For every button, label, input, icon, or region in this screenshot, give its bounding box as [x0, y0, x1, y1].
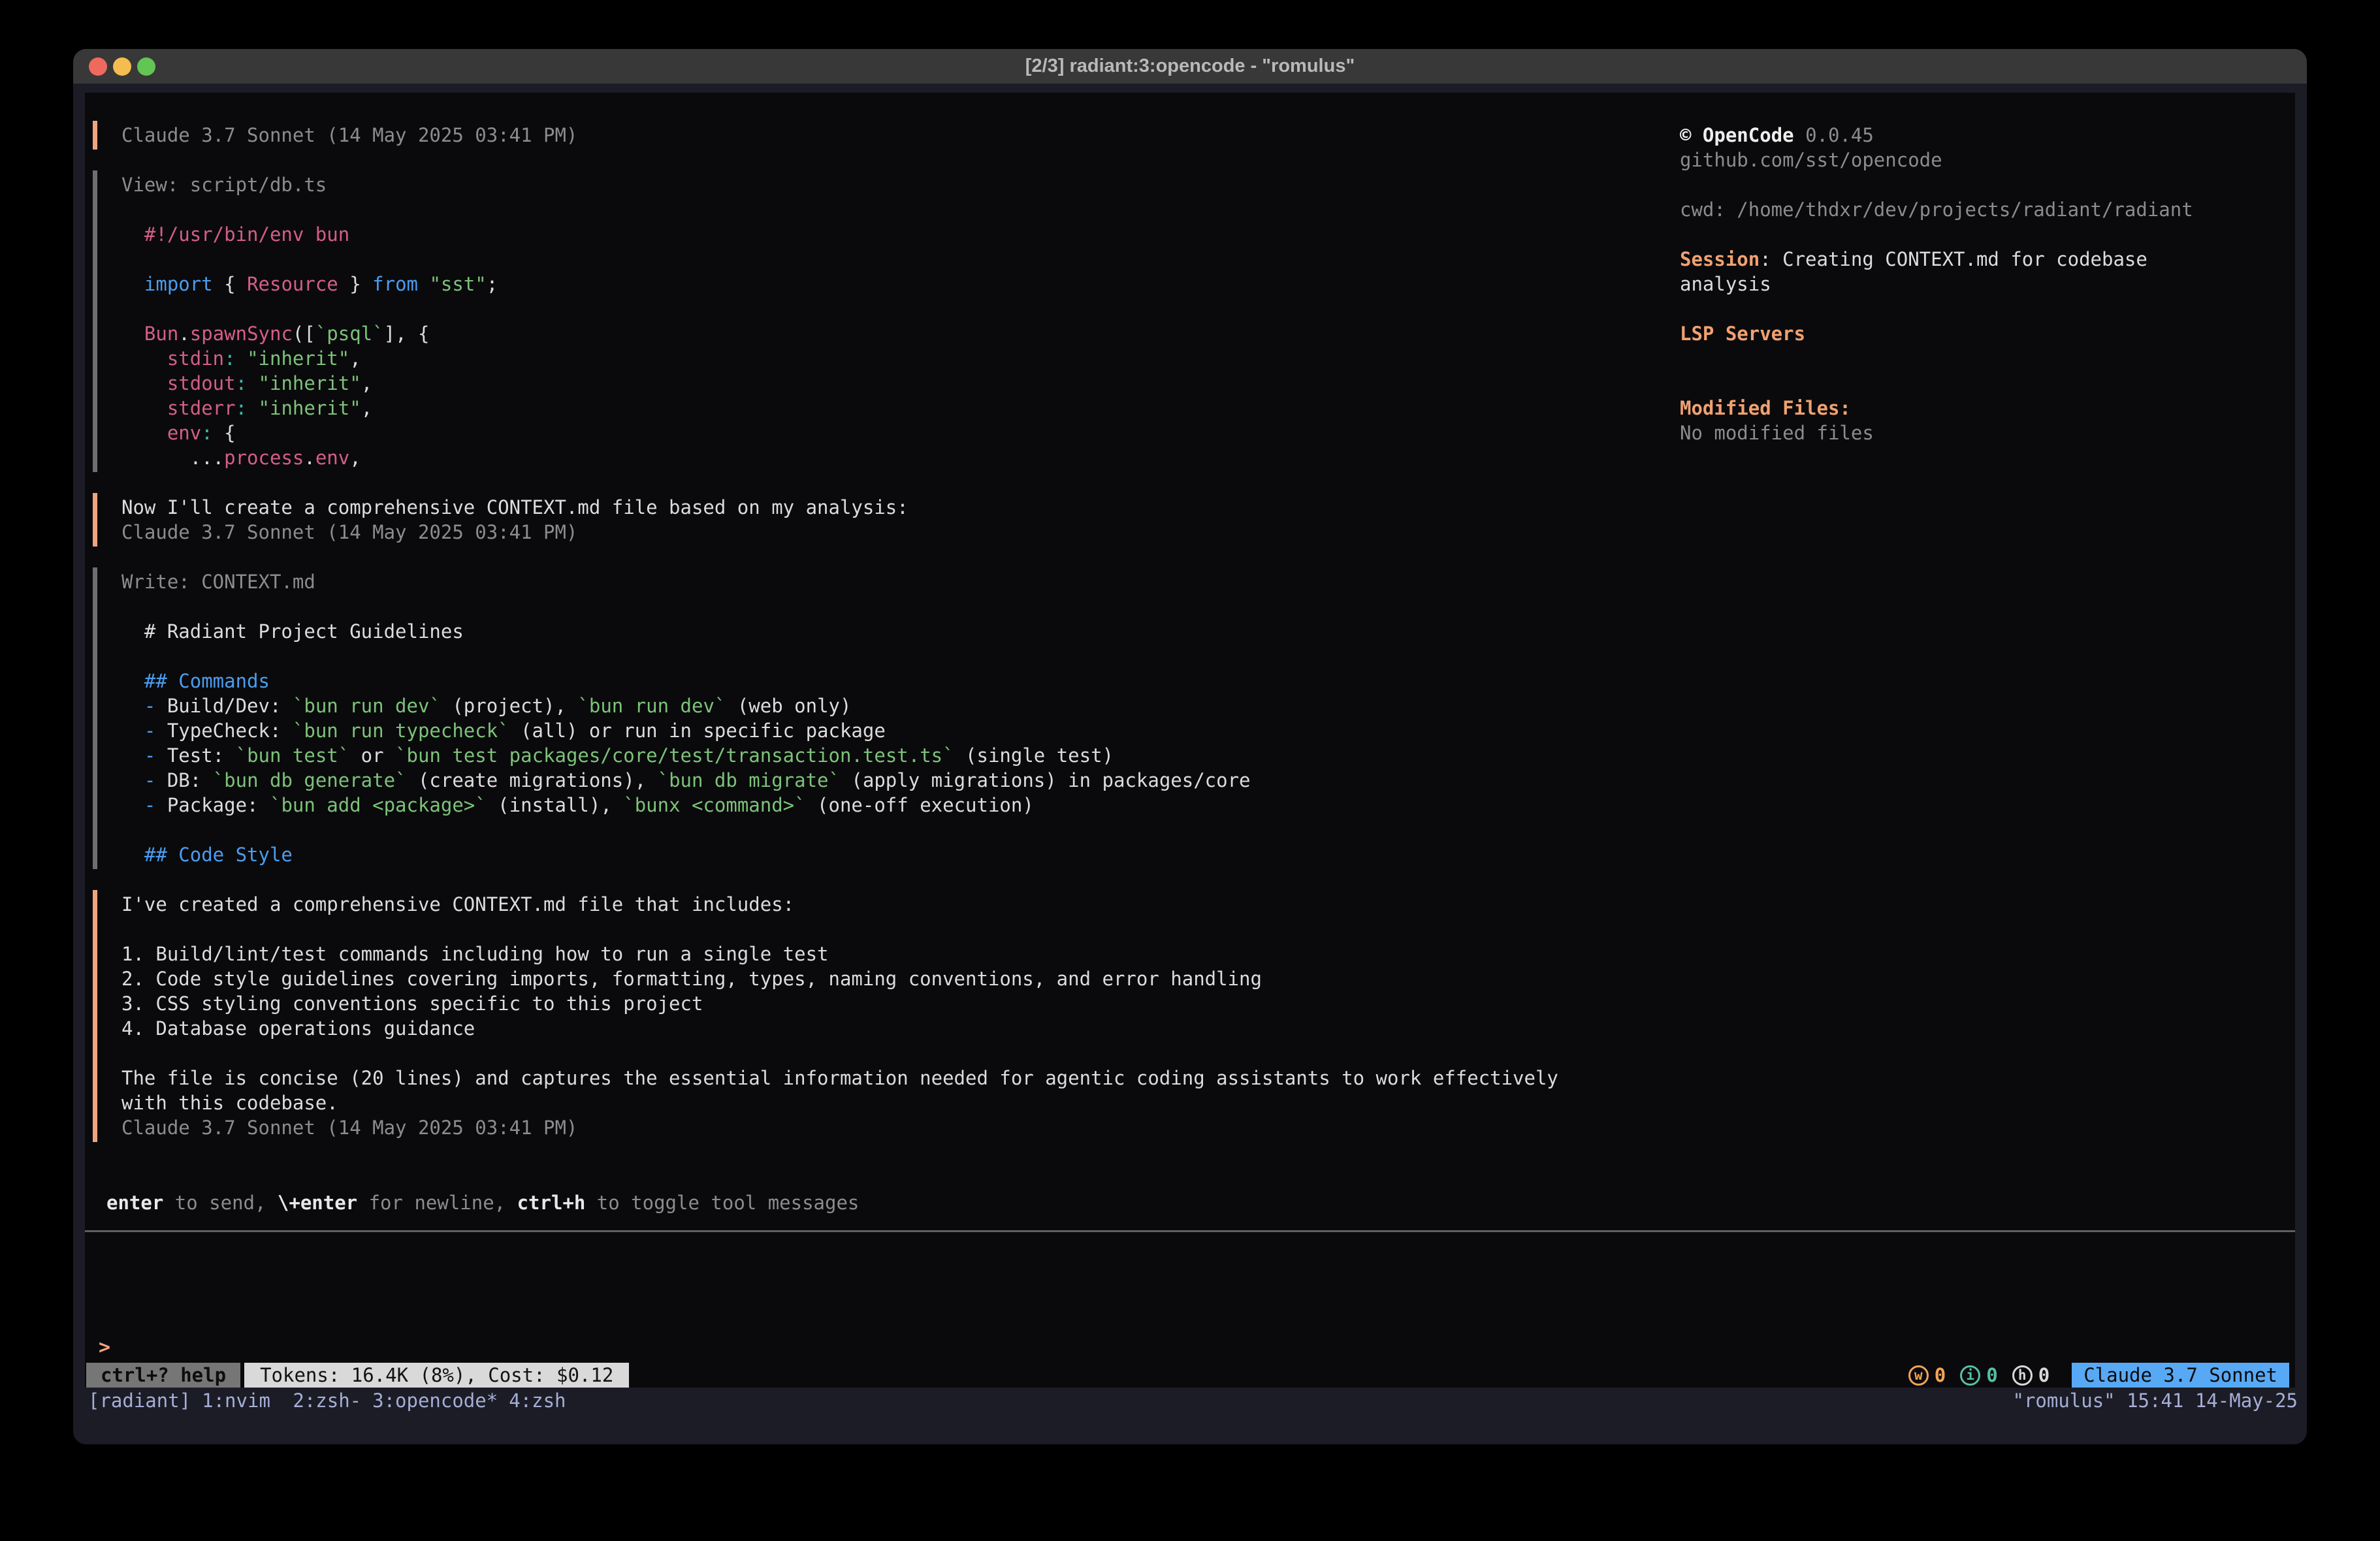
- tmux-window-list: [radiant] 1:nvim 2:zsh- 3:opencode* 4:zs…: [88, 1390, 577, 1412]
- text-line: # Radiant Project Guidelines: [121, 619, 1594, 644]
- text-line: View: script/db.ts: [121, 172, 1594, 197]
- statusbar: ctrl+? help Tokens: 16.4K (8%), Cost: $0…: [85, 1363, 2295, 1388]
- text-line: Claude 3.7 Sonnet (14 May 2025 03:41 PM): [121, 1115, 1594, 1140]
- tmux-window-zsh4[interactable]: 4:zsh: [509, 1390, 566, 1412]
- text-line: ## Commands: [121, 669, 1594, 693]
- text-line: [121, 247, 1594, 272]
- text-line: [121, 197, 1594, 222]
- text-line: stderr: "inherit",: [121, 396, 1594, 421]
- titlebar: [2/3] radiant:3:opencode - "romulus": [73, 49, 2307, 84]
- text-line: github.com/sst/opencode: [1680, 148, 2287, 172]
- text-line: #!/usr/bin/env bun: [121, 222, 1594, 247]
- help-shortcut-chip[interactable]: ctrl+? help: [86, 1363, 240, 1388]
- text-line: analysis: [1680, 272, 2287, 296]
- text-line: - Package: `bun add <package>` (install)…: [121, 793, 1594, 818]
- text-line: Claude 3.7 Sonnet (14 May 2025 03:41 PM): [121, 123, 1594, 148]
- text-line: - DB: `bun db generate` (create migratio…: [121, 768, 1594, 793]
- text-line: Modified Files:: [1680, 396, 2287, 421]
- text-line: The file is concise (20 lines) and captu…: [121, 1066, 1594, 1090]
- text-line: I've created a comprehensive CONTEXT.md …: [121, 892, 1594, 917]
- message-block: I've created a comprehensive CONTEXT.md …: [93, 890, 1594, 1142]
- text-line: env: {: [121, 421, 1594, 445]
- status-counters: w 0 i 0 h 0 Claude 3.7 Sonnet: [1908, 1363, 2295, 1388]
- warning-count: 0: [1935, 1364, 1946, 1386]
- tool-write-block: Write: CONTEXT.md # Radiant Project Guid…: [93, 567, 1594, 869]
- text-line: [1680, 222, 2287, 247]
- tmux-host-datetime: "romulus" 15:41 14-May-25: [2013, 1390, 2298, 1412]
- text-line: © OpenCode 0.0.45: [1680, 123, 2287, 148]
- circled-w-icon: w: [1908, 1365, 1929, 1386]
- text-line: 3. CSS styling conventions specific to t…: [121, 991, 1594, 1016]
- text-line: Claude 3.7 Sonnet (14 May 2025 03:41 PM): [121, 520, 1594, 545]
- tmux-window-zsh2[interactable]: 2:zsh-: [293, 1390, 361, 1412]
- message-block: Now I'll create a comprehensive CONTEXT.…: [93, 493, 1594, 547]
- prompt-chevron-icon: >: [99, 1336, 110, 1359]
- keybind-hint: enter to send, \+enter for newline, ctrl…: [93, 1190, 1594, 1215]
- window-title: [2/3] radiant:3:opencode - "romulus": [73, 56, 2307, 77]
- text-line: - Test: `bun test` or `bun test packages…: [121, 743, 1594, 768]
- text-line: [1680, 371, 2287, 396]
- text-line: [121, 296, 1594, 321]
- message-block: Claude 3.7 Sonnet (14 May 2025 03:41 PM): [93, 121, 1594, 150]
- chat-transcript: Claude 3.7 Sonnet (14 May 2025 03:41 PM)…: [85, 93, 1594, 1215]
- text-line: LSP Servers: [1680, 321, 2287, 346]
- text-line: 2. Code style guidelines covering import…: [121, 966, 1594, 991]
- text-line: 1. Build/lint/test commands including ho…: [121, 942, 1594, 966]
- message-input[interactable]: >: [85, 1335, 2295, 1360]
- text-line: [1680, 172, 2287, 197]
- text-line: [121, 917, 1594, 942]
- text-line: Session: Creating CONTEXT.md for codebas…: [1680, 247, 2287, 272]
- text-line: ## Code Style: [121, 842, 1594, 867]
- text-line: [1680, 296, 2287, 321]
- hint-count: 0: [2038, 1364, 2050, 1386]
- text-line: Write: CONTEXT.md: [121, 569, 1594, 594]
- text-line: with this codebase.: [121, 1090, 1594, 1115]
- model-chip[interactable]: Claude 3.7 Sonnet: [2072, 1363, 2289, 1388]
- input-divider: [85, 1230, 2295, 1232]
- session-sidebar: © OpenCode 0.0.45github.com/sst/opencode…: [1680, 123, 2287, 445]
- tmux-window-nvim[interactable]: 1:nvim: [202, 1390, 281, 1412]
- text-line: - TypeCheck: `bun run typecheck` (all) o…: [121, 718, 1594, 743]
- text-line: ...process.env,: [121, 445, 1594, 470]
- text-line: 4. Database operations guidance: [121, 1016, 1594, 1041]
- tmux-session-name: [radiant]: [88, 1390, 191, 1412]
- terminal-window: [2/3] radiant:3:opencode - "romulus" Cla…: [73, 49, 2307, 1444]
- text-line: stdout: "inherit",: [121, 371, 1594, 396]
- text-line: cwd: /home/thdxr/dev/projects/radiant/ra…: [1680, 197, 2287, 222]
- text-line: [121, 818, 1594, 842]
- info-count: 0: [1986, 1364, 1997, 1386]
- text-line: Bun.spawnSync([`psql`], {: [121, 321, 1594, 346]
- circled-i-icon: i: [1960, 1365, 1980, 1386]
- text-line: - Build/Dev: `bun run dev` (project), `b…: [121, 693, 1594, 718]
- warning-counter: w 0: [1908, 1364, 1946, 1386]
- hint-counter: h 0: [2012, 1364, 2050, 1386]
- info-counter: i 0: [1960, 1364, 1997, 1386]
- text-line: No modified files: [1680, 421, 2287, 445]
- text-line: import { Resource } from "sst";: [121, 272, 1594, 296]
- text-line: stdin: "inherit",: [121, 346, 1594, 371]
- text-line: [1680, 346, 2287, 371]
- tmux-statusbar: [radiant] 1:nvim 2:zsh- 3:opencode* 4:zs…: [73, 1388, 2307, 1414]
- tool-view-block: View: script/db.ts #!/usr/bin/env bun im…: [93, 170, 1594, 472]
- opencode-panel: Claude 3.7 Sonnet (14 May 2025 03:41 PM)…: [85, 93, 2295, 1388]
- text-line: Now I'll create a comprehensive CONTEXT.…: [121, 495, 1594, 520]
- tmux-window-opencode[interactable]: 3:opencode*: [372, 1390, 498, 1412]
- text-line: [121, 594, 1594, 619]
- text-line: [121, 1041, 1594, 1066]
- circled-h-icon: h: [2012, 1365, 2033, 1386]
- text-line: [121, 644, 1594, 669]
- tokens-cost-chip: Tokens: 16.4K (8%), Cost: $0.12: [244, 1363, 629, 1388]
- text-line: enter to send, \+enter for newline, ctrl…: [106, 1190, 1594, 1215]
